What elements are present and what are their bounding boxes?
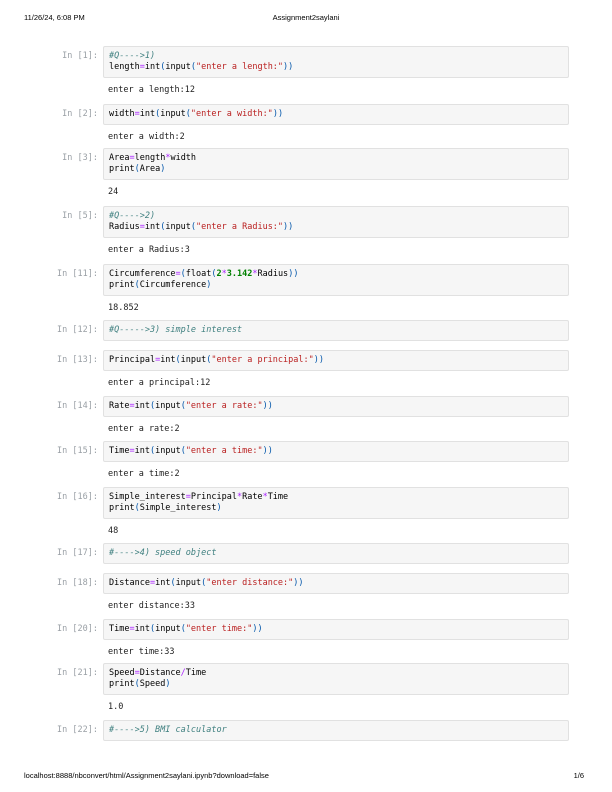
- page-number: 1/6: [573, 771, 584, 780]
- cell-prompt: In [2]:: [62, 109, 98, 119]
- print-title: Assignment2saylani: [272, 13, 340, 22]
- code-input[interactable]: #---->5) BMI calculator: [103, 720, 569, 741]
- code-line: #Q----->3) simple interest: [109, 325, 243, 335]
- code-input[interactable]: width=int(input("enter a width:")): [103, 104, 569, 125]
- code-line: Distance=int(input("enter distance:")): [109, 578, 304, 588]
- cell-prompt: In [1]:: [62, 51, 98, 61]
- code-line: length=int(input("enter a length:")): [109, 62, 294, 72]
- code-line: #---->4) speed object: [109, 548, 217, 558]
- cell-prompt: In [12]:: [57, 325, 98, 335]
- code-input[interactable]: Circumference=(float(2*3.142*Radius)) pri…: [103, 264, 569, 296]
- cell-output: enter distance:33: [108, 601, 195, 611]
- code-input[interactable]: #---->4) speed object: [103, 543, 569, 564]
- code-line: Rate=int(input("enter a rate:")): [109, 401, 273, 411]
- cell-output: 48: [108, 526, 119, 536]
- code-input[interactable]: Area=length*width print(Area): [103, 148, 569, 180]
- code-line: Area=length*width: [109, 153, 197, 163]
- cell-prompt: In [16]:: [57, 492, 98, 502]
- cell-output: enter time:33: [108, 647, 175, 657]
- print-url: localhost:8888/nbconvert/html/Assignment…: [24, 771, 269, 780]
- code-line: print(Circumference): [109, 280, 212, 290]
- code-line: width=int(input("enter a width:")): [109, 109, 284, 119]
- code-line: Time=int(input("enter a time:")): [109, 446, 273, 456]
- cell-output: enter a length:12: [108, 85, 195, 95]
- code-input[interactable]: #Q---->2) Radius=int(input("enter a Radiu…: [103, 206, 569, 238]
- code-input[interactable]: Time=int(input("enter time:")): [103, 619, 569, 640]
- cell-prompt: In [22]:: [57, 725, 98, 735]
- cell-prompt: In [21]:: [57, 668, 98, 678]
- cell-prompt: In [11]:: [57, 269, 98, 279]
- code-input[interactable]: Speed=Distance/Time print(Speed): [103, 663, 569, 695]
- code-line: Simple_interest=Principal*Rate*Time: [109, 492, 289, 502]
- code-input[interactable]: Rate=int(input("enter a rate:")): [103, 396, 569, 417]
- code-input[interactable]: Principal=int(input("enter a principal:"…: [103, 350, 569, 371]
- code-line: Principal=int(input("enter a principal:"…: [109, 355, 324, 365]
- cell-output: enter a principal:12: [108, 378, 211, 388]
- code-input[interactable]: Distance=int(input("enter distance:")): [103, 573, 569, 594]
- cell-output: enter a time:2: [108, 469, 180, 479]
- code-input[interactable]: Time=int(input("enter a time:")): [103, 441, 569, 462]
- code-line: Radius=int(input("enter a Radius:")): [109, 222, 294, 232]
- code-line: print(Simple_interest): [109, 503, 222, 513]
- code-line: #---->5) BMI calculator: [109, 725, 227, 735]
- cell-output: 18.852: [108, 303, 139, 313]
- cell-prompt: In [3]:: [62, 153, 98, 163]
- code-line: Circumference=(float(2*3.142*Radius)): [109, 269, 299, 279]
- cell-output: enter a width:2: [108, 132, 185, 142]
- code-input[interactable]: #Q----->3) simple interest: [103, 320, 569, 341]
- code-line: print(Area): [109, 164, 166, 174]
- cell-prompt: In [13]:: [57, 355, 98, 365]
- code-line: #Q---->1): [109, 51, 156, 61]
- cell-prompt: In [17]:: [57, 548, 98, 558]
- cell-output: 1.0: [108, 702, 124, 712]
- code-line: #Q---->2): [109, 211, 156, 221]
- cell-output: enter a Radius:3: [108, 245, 190, 255]
- cell-prompt: In [14]:: [57, 401, 98, 411]
- cell-prompt: In [20]:: [57, 624, 98, 634]
- cell-prompt: In [5]:: [62, 211, 98, 221]
- code-line: Speed=Distance/Time: [109, 668, 207, 678]
- cell-prompt: In [18]:: [57, 578, 98, 588]
- cell-output: 24: [108, 187, 119, 197]
- code-line: print(Speed): [109, 679, 171, 689]
- code-input[interactable]: Simple_interest=Principal*Rate*Time print…: [103, 487, 569, 519]
- cell-output: enter a rate:2: [108, 424, 180, 434]
- cell-prompt: In [15]:: [57, 446, 98, 456]
- code-line: Time=int(input("enter time:")): [109, 624, 263, 634]
- code-input[interactable]: #Q---->1) length=int(input("enter a lengt…: [103, 46, 569, 78]
